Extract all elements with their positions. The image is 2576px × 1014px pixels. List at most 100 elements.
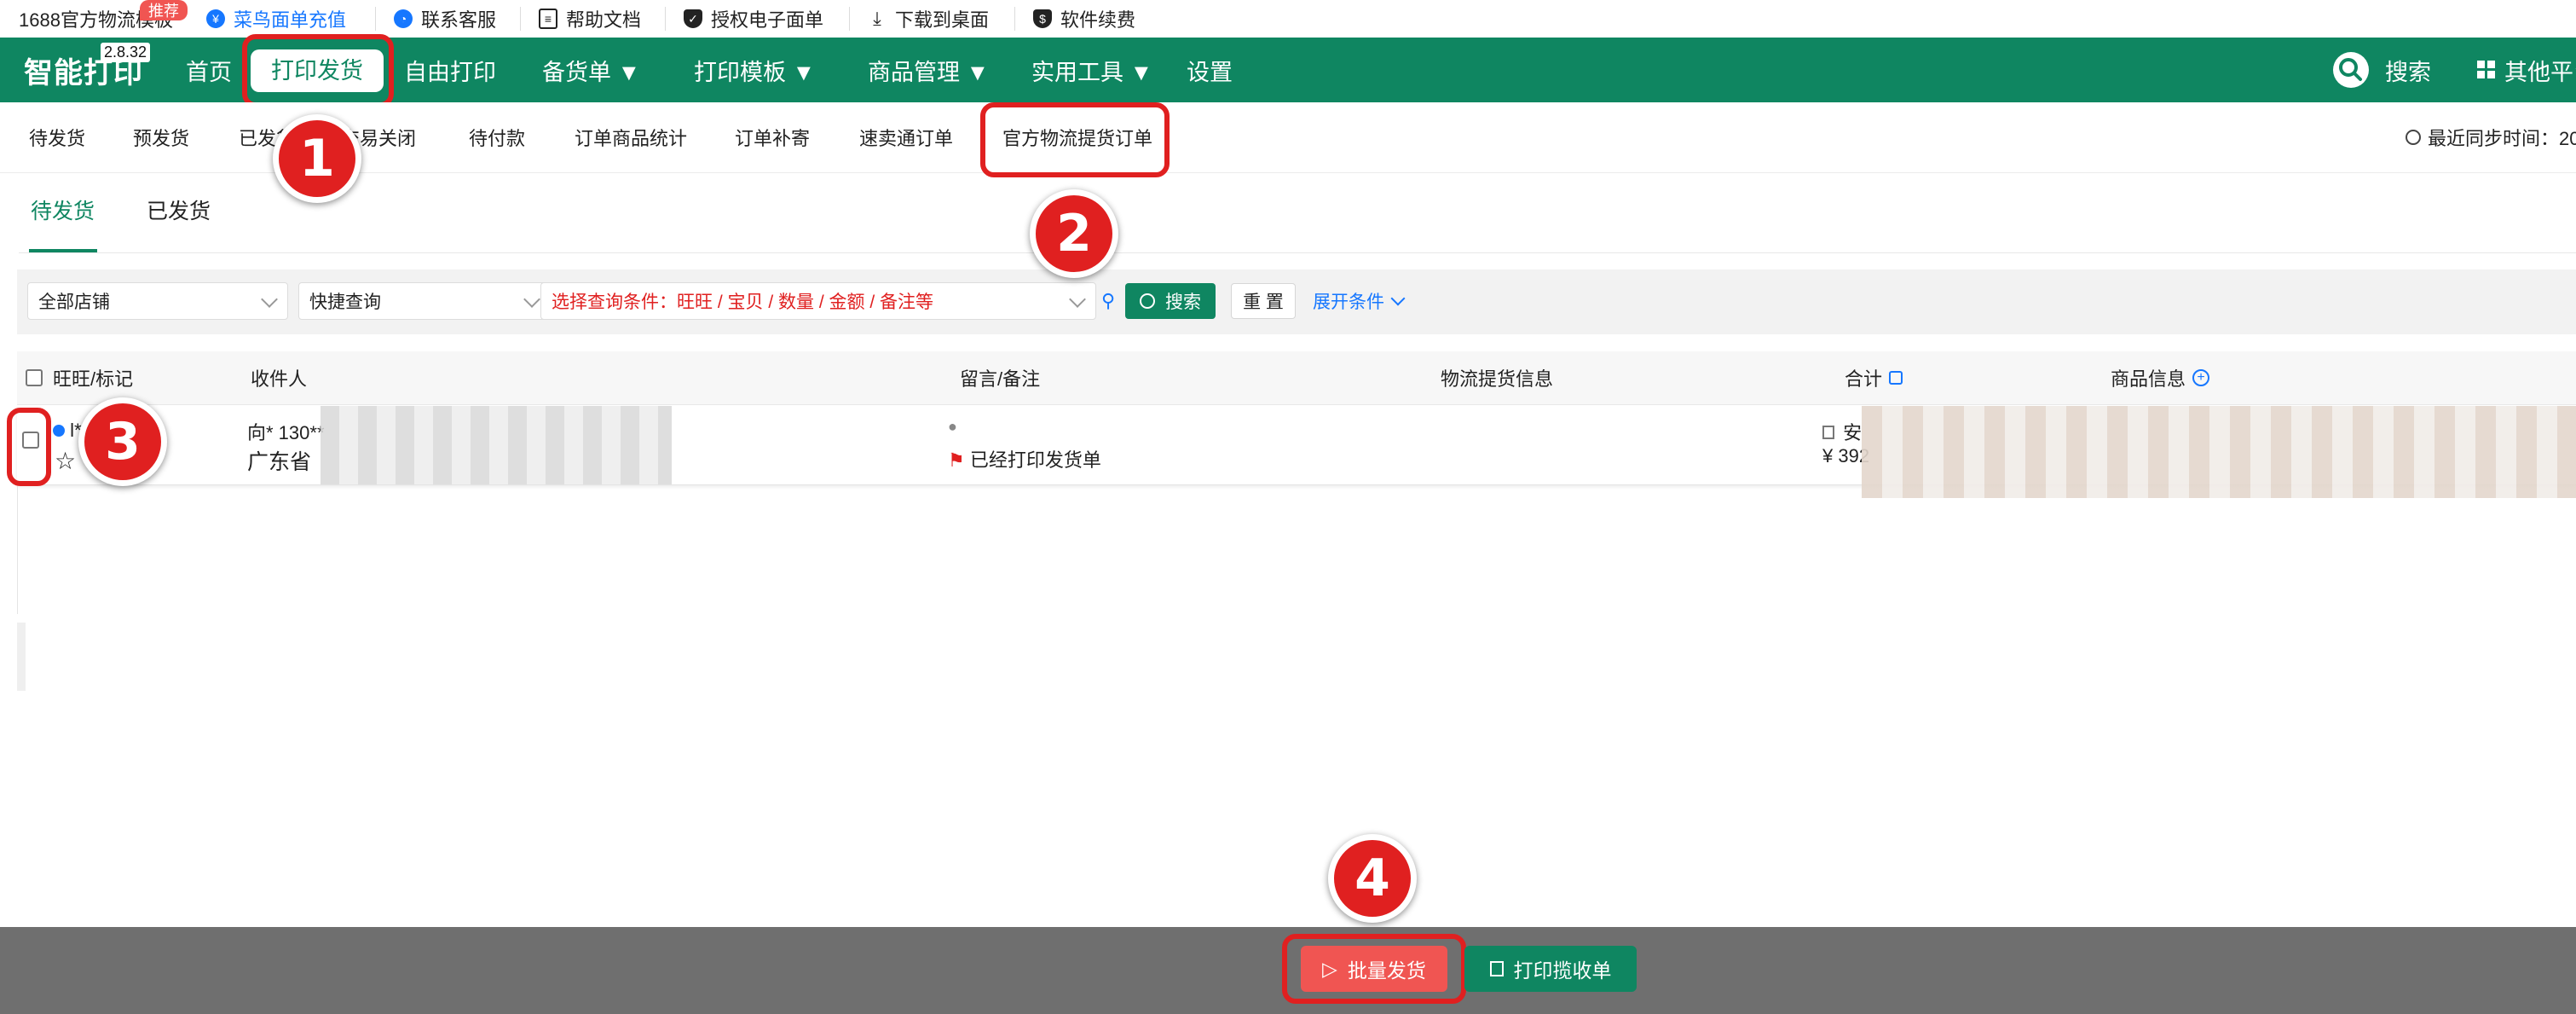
reset-button[interactable]: 重 置: [1231, 283, 1296, 319]
nav-label: 搜索: [2385, 59, 2431, 85]
print-pickup-button[interactable]: 打印揽收单: [1464, 946, 1637, 992]
subnav-pending-ship[interactable]: 待发货: [29, 102, 85, 172]
message-icon[interactable]: ●: [948, 418, 957, 436]
divider: [520, 7, 521, 31]
topbar-label: 帮助文档: [566, 9, 642, 31]
nav-label: 自由打印: [404, 59, 496, 85]
wangwang-cell: l*: [53, 420, 82, 442]
sub-nav: 待发货 预发货 已发货 交易关闭 待付款 订单商品统计 订单补寄 速卖通订单 官…: [0, 102, 2576, 177]
nav-other-platform[interactable]: 其他平台: [2477, 38, 2576, 102]
shield-icon: ✓: [684, 9, 702, 28]
print-icon: [1489, 961, 1504, 976]
total-text: 安: [1843, 422, 1863, 443]
chat-icon: ◔: [394, 9, 413, 28]
quick-query-select[interactable]: 快捷查询: [298, 282, 551, 320]
button-label: 批量发货: [1347, 959, 1426, 982]
redacted-receiver: [321, 406, 672, 484]
nav-label: 商品管理 ▼: [868, 59, 990, 85]
topbar-label: 授权电子面单: [711, 9, 824, 31]
query-condition-select[interactable]: 选择查询条件：旺旺 / 宝贝 / 数量 / 金额 / 备注等: [540, 282, 1096, 320]
search-button[interactable]: 搜索: [1125, 283, 1216, 319]
shield-icon: $: [1033, 9, 1052, 28]
topbar-contact-service[interactable]: ◔ 联系客服: [394, 0, 496, 38]
header-goods[interactable]: 商品信息 +: [2111, 351, 2210, 404]
tab-shipped[interactable]: 已发货: [147, 194, 211, 225]
yen-icon: ¥: [206, 9, 225, 28]
topbar-download-desktop[interactable]: ⤓ 下载到桌面: [868, 0, 989, 38]
search-icon: [1140, 293, 1155, 309]
nav-stock-list[interactable]: 备货单 ▼: [542, 38, 640, 102]
nav-goods-manage[interactable]: 商品管理 ▼: [868, 38, 989, 102]
subnav-reship[interactable]: 订单补寄: [735, 102, 810, 172]
sync-time: 最近同步时间：20: [2406, 102, 2576, 172]
nav-print-template[interactable]: 打印模板 ▼: [694, 38, 815, 102]
main-nav: 智能打印 2.8.32 首页 打印发货 自由打印 备货单 ▼ 打印模板 ▼ 商品…: [0, 34, 2576, 107]
topbar-label: 菜鸟面单充值: [234, 9, 347, 31]
subnav-label: 订单商品统计: [575, 128, 688, 149]
nav-home[interactable]: 首页: [186, 38, 232, 102]
nav-search[interactable]: 搜索: [2332, 38, 2431, 102]
grid-icon: [2477, 61, 2495, 78]
recommend-badge: 推荐: [140, 0, 188, 20]
flag-icon: ⚑: [948, 449, 965, 471]
top-utility-bar: 1688官方物流模板 推荐 ¥ 菜鸟面单充值 ◔ 联系客服 ≡ 帮助文档 ✓ 授…: [0, 0, 2576, 38]
table-row[interactable]: l* ☆ 向* 130** 广东省 ● ⚑ 已经打印发货单 安 ¥ 392: [17, 406, 2576, 498]
topbar-renew[interactable]: $ 软件续费: [1033, 0, 1135, 38]
add-circle-icon[interactable]: +: [2192, 369, 2210, 386]
clock-icon: [2406, 130, 2421, 145]
divider: [1014, 7, 1015, 31]
tab-pending[interactable]: 待发货: [31, 194, 95, 225]
subnav-aliexpress[interactable]: 速卖通订单: [859, 102, 953, 172]
topbar-help-docs[interactable]: ≡ 帮助文档: [539, 0, 641, 38]
subnav-pre-ship[interactable]: 预发货: [133, 102, 189, 172]
subnav-order-goods-stats[interactable]: 订单商品统计: [575, 102, 687, 172]
store-select[interactable]: 全部店铺: [27, 282, 288, 320]
nav-free-print[interactable]: 自由打印: [404, 38, 496, 102]
header-logistics: 物流提货信息: [1441, 368, 1554, 390]
header-total[interactable]: 合计: [1845, 351, 1903, 404]
topbar-label: 软件续费: [1060, 9, 1136, 31]
expand-label: 展开条件: [1313, 293, 1384, 312]
remark-cell: ⚑ 已经打印发货单: [948, 445, 1101, 472]
divider: [665, 7, 666, 31]
sort-icon[interactable]: [1889, 371, 1903, 385]
nav-settings[interactable]: 设置: [1187, 38, 1233, 102]
subnav-unpaid[interactable]: 待付款: [469, 102, 525, 172]
total-cell-line1: 安: [1822, 418, 1862, 445]
remark-text: 已经打印发货单: [969, 449, 1101, 471]
topbar-label: 下载到桌面: [895, 9, 990, 31]
star-icon[interactable]: ☆: [55, 447, 76, 475]
nav-label: 备货单 ▼: [542, 59, 641, 85]
pin-icon[interactable]: ⚲: [1101, 290, 1115, 312]
topbar-cainiao-recharge[interactable]: ¥ 菜鸟面单充值: [206, 0, 346, 38]
tab-label: 已发货: [147, 200, 211, 223]
subnav-label: 待付款: [469, 128, 526, 149]
redacted-goods: [1862, 406, 2576, 498]
batch-ship-button[interactable]: ▷ 批量发货: [1301, 946, 1447, 992]
header-receiver: 收件人: [251, 368, 308, 390]
select-value: 选择查询条件：旺旺 / 宝贝 / 数量 / 金额 / 备注等: [552, 293, 934, 312]
select-all[interactable]: 旺旺/标记: [26, 351, 133, 404]
chat-icon: [53, 425, 65, 437]
chevron-down-icon: [1390, 291, 1406, 306]
topbar-auth-waybill[interactable]: ✓ 授权电子面单: [684, 0, 823, 38]
header-label: 商品信息: [2111, 368, 2186, 390]
nav-label: 其他平台: [2504, 59, 2576, 85]
subnav-label: 待发货: [29, 128, 86, 149]
divider: [375, 7, 376, 31]
nav-label: 首页: [186, 59, 232, 85]
receiver-phone: 向* 130**: [247, 422, 325, 443]
receipt-icon: [1822, 426, 1834, 439]
table-header: 旺旺/标记 收件人 留言/备注 物流提货信息 合计 商品信息 +: [17, 351, 2576, 405]
nav-label: 设置: [1187, 59, 1233, 85]
step-marker-2: 2: [1030, 189, 1118, 278]
expand-conditions[interactable]: 展开条件: [1313, 283, 1406, 319]
topbar-label: 联系客服: [421, 9, 497, 31]
nav-tools[interactable]: 实用工具 ▼: [1031, 38, 1152, 102]
subnav-label: 订单补寄: [735, 128, 811, 149]
scroll-track: [17, 623, 26, 691]
chevron-down-icon: [523, 291, 540, 308]
select-all-checkbox[interactable]: [26, 369, 43, 386]
select-value: 快捷查询: [309, 293, 381, 312]
subnav-label: 预发货: [133, 128, 190, 149]
